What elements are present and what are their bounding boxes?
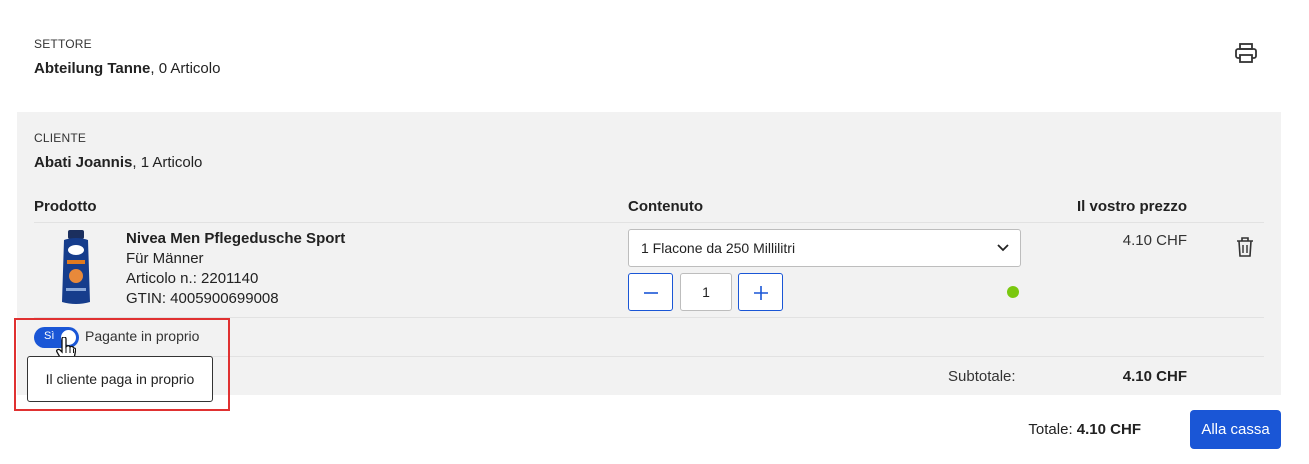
total-label: Totale: — [1028, 421, 1077, 438]
client-count: , 1 Articolo — [132, 154, 203, 171]
print-icon — [1235, 43, 1257, 63]
toggle-state-label: Sì — [44, 330, 55, 342]
sector-name: Abteilung Tanne — [34, 60, 151, 77]
quantity-increment-button[interactable] — [738, 273, 783, 311]
product-gtin: GTIN: 4005900699008 — [126, 290, 279, 307]
total: Totale: 4.10 CHF — [1028, 421, 1141, 438]
client-section: CLIENTE Abati Joannis, 1 Articolo — [34, 131, 202, 171]
divider — [34, 222, 1264, 223]
self-pay-label: Pagante in proprio — [85, 328, 200, 344]
sector-count: , 0 Articolo — [150, 60, 221, 77]
sector-title: Abteilung Tanne, 0 Articolo — [34, 60, 220, 77]
minus-icon — [644, 292, 658, 294]
total-value: 4.10 CHF — [1076, 421, 1141, 438]
quantity-input[interactable]: 1 — [680, 273, 732, 311]
product-image — [62, 230, 90, 304]
product-article-number: Articolo n.: 2201140 — [126, 270, 259, 287]
subtotal-value: 4.10 CHF — [1122, 368, 1187, 385]
sector-section: SETTORE Abteilung Tanne, 0 Articolo — [34, 37, 220, 77]
client-name: Abati Joannis — [34, 154, 133, 171]
delete-item-button[interactable] — [1236, 237, 1254, 257]
self-pay-tooltip: Il cliente paga in proprio — [27, 356, 213, 402]
quantity-decrement-button[interactable] — [628, 273, 673, 311]
client-label: CLIENTE — [34, 131, 87, 145]
print-button[interactable] — [1233, 42, 1259, 64]
product-subtitle: Für Männer — [126, 250, 204, 267]
trash-icon — [1237, 237, 1253, 257]
checkout-button[interactable]: Alla cassa — [1190, 410, 1281, 449]
content-select[interactable]: 1 Flacone da 250 Millilitri — [628, 229, 1021, 267]
product-price: 4.10 CHF — [1122, 232, 1187, 249]
column-header-product: Prodotto — [34, 198, 97, 215]
client-title: Abati Joannis, 1 Articolo — [34, 154, 202, 171]
product-name: Nivea Men Pflegedusche Sport — [126, 230, 346, 247]
column-header-price: Il vostro prezzo — [1076, 198, 1187, 215]
stock-status-indicator — [1007, 286, 1019, 298]
column-header-content: Contenuto — [628, 198, 703, 215]
content-select-value: 1 Flacone da 250 Millilitri — [641, 240, 796, 256]
plus-icon — [754, 286, 768, 300]
chevron-down-icon — [997, 244, 1009, 252]
subtotal-label: Subtotale: — [948, 368, 1016, 385]
sector-label: SETTORE — [34, 37, 92, 51]
